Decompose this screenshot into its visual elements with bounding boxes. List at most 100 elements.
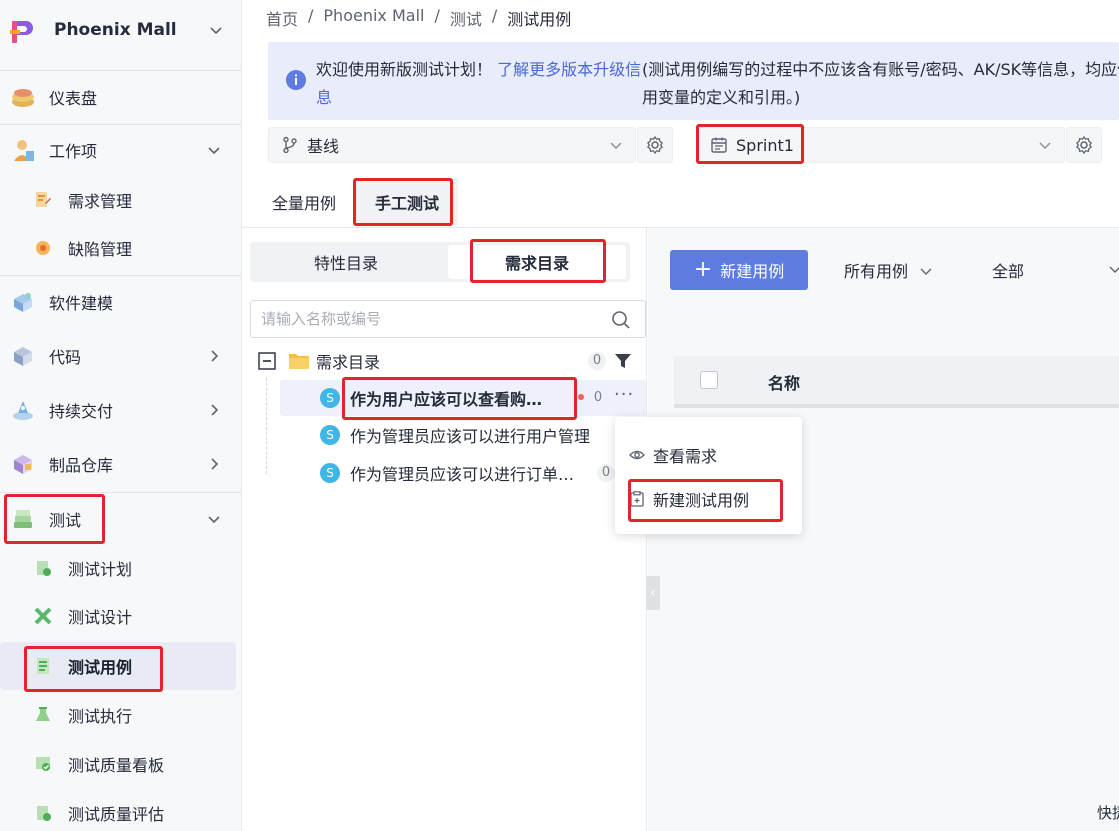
tree-item[interactable]: S 作为管理员应该可以进行订单… 0 <box>280 456 646 490</box>
more-icon[interactable]: ··· <box>614 384 634 405</box>
quality-board-icon <box>36 757 50 771</box>
breadcrumb-testing[interactable]: 测试 <box>450 6 482 30</box>
testing-icon <box>14 510 32 528</box>
notice-banner: 欢迎使用新版测试计划！ 了解更多版本升级信息 (测试用例编写的过程中不应该含有账… <box>268 42 1119 120</box>
sprint-value: Sprint1 <box>736 135 794 155</box>
info-icon <box>286 70 306 90</box>
sidebar: Phoenix Mall 仪表盘 工作项 需求管理 缺陷管理 软件建模 代码 持… <box>0 0 242 831</box>
sidebar-item-label: 测试计划 <box>68 560 133 579</box>
sidebar-item-label: 缺陷管理 <box>68 240 133 259</box>
search-icon[interactable] <box>611 310 631 330</box>
gear-icon <box>647 135 663 155</box>
chevron-down-icon[interactable] <box>208 22 224 38</box>
tab-bar: 全量用例 手工测试 <box>242 178 1119 228</box>
test-plan-icon <box>37 561 51 576</box>
tree-root[interactable]: 需求目录 0 <box>258 344 638 378</box>
count-badge: 0 <box>588 352 606 370</box>
test-design-icon <box>34 607 52 625</box>
baseline-settings-button[interactable] <box>637 127 673 163</box>
tree-root-label: 需求目录 <box>316 353 381 372</box>
sidebar-item-label: 测试用例 <box>68 658 133 677</box>
tree-item[interactable]: S 作为管理员应该可以进行用户管理 <box>280 418 646 452</box>
notice-detail: (测试用例编写的过程中不应该含有账号/密码、AK/SK等信息，均应使用变量的定义… <box>642 60 1119 107</box>
sidebar-item-code[interactable]: 代码 <box>0 334 241 378</box>
collapse-icon[interactable] <box>258 352 276 370</box>
select-all-checkbox[interactable] <box>700 371 718 389</box>
sprint-select[interactable]: Sprint1 <box>697 127 1065 163</box>
chevron-down-icon <box>1039 142 1051 149</box>
sidebar-item-dashboard[interactable]: 仪表盘 <box>0 75 241 119</box>
breadcrumb-separator: / <box>434 6 440 25</box>
sidebar-item-test-plan[interactable]: 测试计划 <box>0 546 241 590</box>
branch-icon <box>283 136 297 154</box>
segment-feature-directory[interactable]: 特性目录 <box>253 245 439 279</box>
tree-item-label: 作为用户应该可以查看购… <box>350 390 543 409</box>
chevron-down-icon <box>920 268 932 275</box>
chevron-down-icon <box>208 516 220 524</box>
case-scope-filter[interactable]: 所有用例 <box>844 258 933 282</box>
sidebar-item-label: 代码 <box>49 348 82 367</box>
notice-text: 欢迎使用新版测试计划！ 了解更多版本升级信息 <box>316 60 642 107</box>
breadcrumb-home[interactable]: 首页 <box>266 6 298 30</box>
sidebar-item-label: 仪表盘 <box>49 89 98 108</box>
column-name: 名称 <box>768 374 801 393</box>
tree-panel: 特性目录 需求目录 需求目录 0 S 作为用户应该可以查看购… 0 ··· S … <box>242 228 647 831</box>
menu-item-new-test-case[interactable]: 新建测试用例 <box>629 481 749 517</box>
project-switcher[interactable]: Phoenix Mall <box>0 0 242 64</box>
requirement-icon <box>36 192 51 207</box>
panel-collapse-handle[interactable]: ‹ <box>646 576 660 610</box>
test-case-icon <box>37 658 49 674</box>
sidebar-item-label: 需求管理 <box>68 192 133 211</box>
sidebar-item-requirements[interactable]: 需求管理 <box>0 178 241 222</box>
sidebar-item-modeling[interactable]: 软件建模 <box>0 280 241 324</box>
tree-item-label: 作为管理员应该可以进行订单… <box>350 465 575 484</box>
shortcut-text[interactable]: 快捷 <box>1097 802 1119 823</box>
sidebar-item-defects[interactable]: 缺陷管理 <box>0 226 241 270</box>
chevron-right-icon <box>211 404 219 416</box>
sidebar-item-label: 软件建模 <box>49 294 114 313</box>
divider <box>0 275 241 276</box>
tree-item-selected[interactable]: S 作为用户应该可以查看购… 0 ··· <box>280 380 646 416</box>
sidebar-item-quality-evaluation[interactable]: 测试质量评估 <box>0 791 241 831</box>
story-badge-icon: S <box>320 463 340 483</box>
breadcrumb-project[interactable]: Phoenix Mall <box>323 6 424 30</box>
quality-evaluation-icon <box>37 806 51 821</box>
sidebar-item-label: 持续交付 <box>49 402 114 421</box>
breadcrumb: 首页 / Phoenix Mall / 测试 / 测试用例 <box>266 6 571 30</box>
tree-line <box>266 378 267 474</box>
chevron-down-icon <box>208 147 220 155</box>
sidebar-item-quality-board[interactable]: 测试质量看板 <box>0 742 241 786</box>
tab-all-cases[interactable]: 全量用例 <box>254 178 354 226</box>
baseline-select[interactable]: 基线 <box>268 127 636 163</box>
segment-requirement-directory[interactable]: 需求目录 <box>448 245 626 279</box>
filter-icon[interactable] <box>614 352 632 370</box>
sidebar-item-delivery[interactable]: 持续交付 <box>0 388 241 432</box>
sidebar-item-label: 测试 <box>49 511 82 530</box>
tree-search-input[interactable] <box>251 301 591 337</box>
story-badge-icon: S <box>320 388 340 408</box>
sidebar-item-test-cases[interactable]: 测试用例 <box>0 642 236 690</box>
menu-item-view-requirement[interactable]: 查看需求 <box>629 437 717 473</box>
divider <box>0 124 241 125</box>
sidebar-item-label: 测试质量评估 <box>68 805 165 824</box>
sidebar-item-artifacts[interactable]: 制品仓库 <box>0 442 241 486</box>
chevron-down-icon <box>1109 266 1119 273</box>
chevron-right-icon <box>211 350 219 362</box>
sidebar-item-test-execution[interactable]: 测试执行 <box>0 693 241 737</box>
eye-icon <box>629 450 645 460</box>
status-dot <box>578 394 584 400</box>
context-menu: 查看需求 新建测试用例 <box>615 417 802 534</box>
sidebar-item-test-design[interactable]: 测试设计 <box>0 594 241 638</box>
directory-switch: 特性目录 需求目录 <box>250 242 630 282</box>
tree-search <box>250 300 646 338</box>
status-filter[interactable]: 全部 <box>992 258 1119 282</box>
project-name: Phoenix Mall <box>54 20 177 40</box>
sidebar-item-testing[interactable]: 测试 <box>0 497 241 541</box>
sprint-settings-button[interactable] <box>1066 127 1102 163</box>
new-case-button[interactable]: + 新建用例 <box>670 250 808 290</box>
tab-manual-testing[interactable]: 手工测试 <box>356 178 458 226</box>
sidebar-item-workitems[interactable]: 工作项 <box>0 128 241 172</box>
sidebar-item-label: 测试质量看板 <box>68 756 165 775</box>
divider <box>0 492 241 493</box>
folder-icon <box>289 354 309 369</box>
